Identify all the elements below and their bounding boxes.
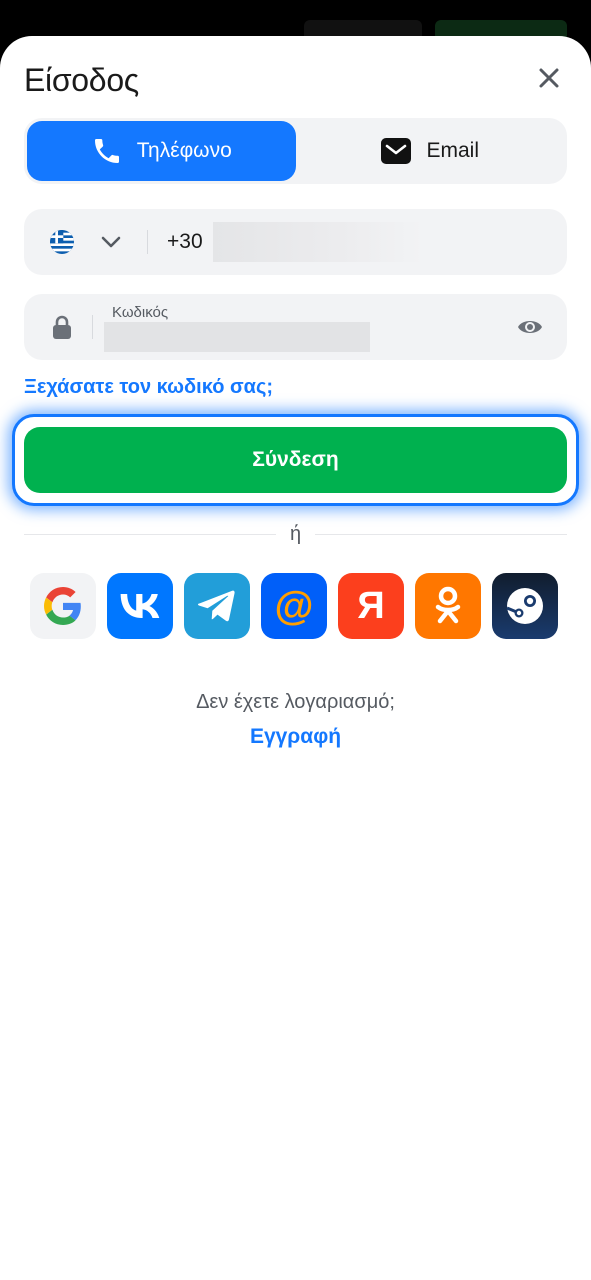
tab-phone[interactable]: Τηλέφωνο <box>27 121 296 181</box>
yandex-login-button[interactable]: Я <box>338 573 404 639</box>
password-input-field[interactable]: Κωδικός <box>24 294 567 360</box>
phone-number-redacted[interactable] <box>213 222 423 262</box>
google-icon <box>44 587 81 625</box>
register-link[interactable]: Εγγραφή <box>0 725 591 749</box>
no-account-text: Δεν έχετε λογαριασμό; <box>196 691 395 713</box>
mail-icon <box>381 138 412 164</box>
divider <box>147 230 148 254</box>
page-title: Είσοδος <box>24 62 139 98</box>
tab-phone-label: Τηλέφωνο <box>136 139 232 162</box>
or-divider: ή <box>24 520 567 550</box>
lock-icon <box>53 315 71 339</box>
login-method-tabs: Τηλέφωνο Email <box>24 118 567 184</box>
phone-prefix: +30 <box>167 230 203 253</box>
chevron-down-icon[interactable] <box>100 233 122 251</box>
mailru-login-button[interactable]: @ <box>261 573 327 639</box>
password-value-redacted[interactable] <box>104 322 370 352</box>
forgot-password-link[interactable]: Ξεχάσατε τον κωδικό σας; <box>24 376 273 399</box>
login-button[interactable]: Σύνδεση <box>24 427 567 493</box>
social-login-row: @ Я <box>30 573 558 639</box>
phone-input-field[interactable]: +30 <box>24 209 567 275</box>
phone-icon <box>94 139 119 163</box>
tab-email-label: Email <box>426 139 479 162</box>
steam-login-button[interactable] <box>492 573 558 639</box>
vk-icon <box>120 594 160 618</box>
password-label: Κωδικός <box>112 304 169 321</box>
telegram-icon <box>197 590 235 622</box>
login-sheet: Είσοδος Τηλέφωνο Email +30 Κωδικός Ξεχάσ… <box>0 36 591 1280</box>
close-icon[interactable] <box>537 66 561 90</box>
steam-icon <box>506 588 543 624</box>
at-icon: @ <box>274 584 314 628</box>
divider <box>92 315 93 339</box>
greece-flag-icon[interactable] <box>50 230 74 254</box>
telegram-login-button[interactable] <box>184 573 250 639</box>
odnoklassniki-login-button[interactable] <box>415 573 481 639</box>
google-login-button[interactable] <box>30 573 96 639</box>
yandex-icon: Я <box>357 585 385 627</box>
odnoklassniki-icon <box>435 586 461 624</box>
vk-login-button[interactable] <box>107 573 173 639</box>
tab-email[interactable]: Email <box>296 121 565 181</box>
divider-line <box>315 534 567 535</box>
login-button-focus-ring: Σύνδεση <box>12 414 579 506</box>
eye-icon[interactable] <box>517 316 543 338</box>
